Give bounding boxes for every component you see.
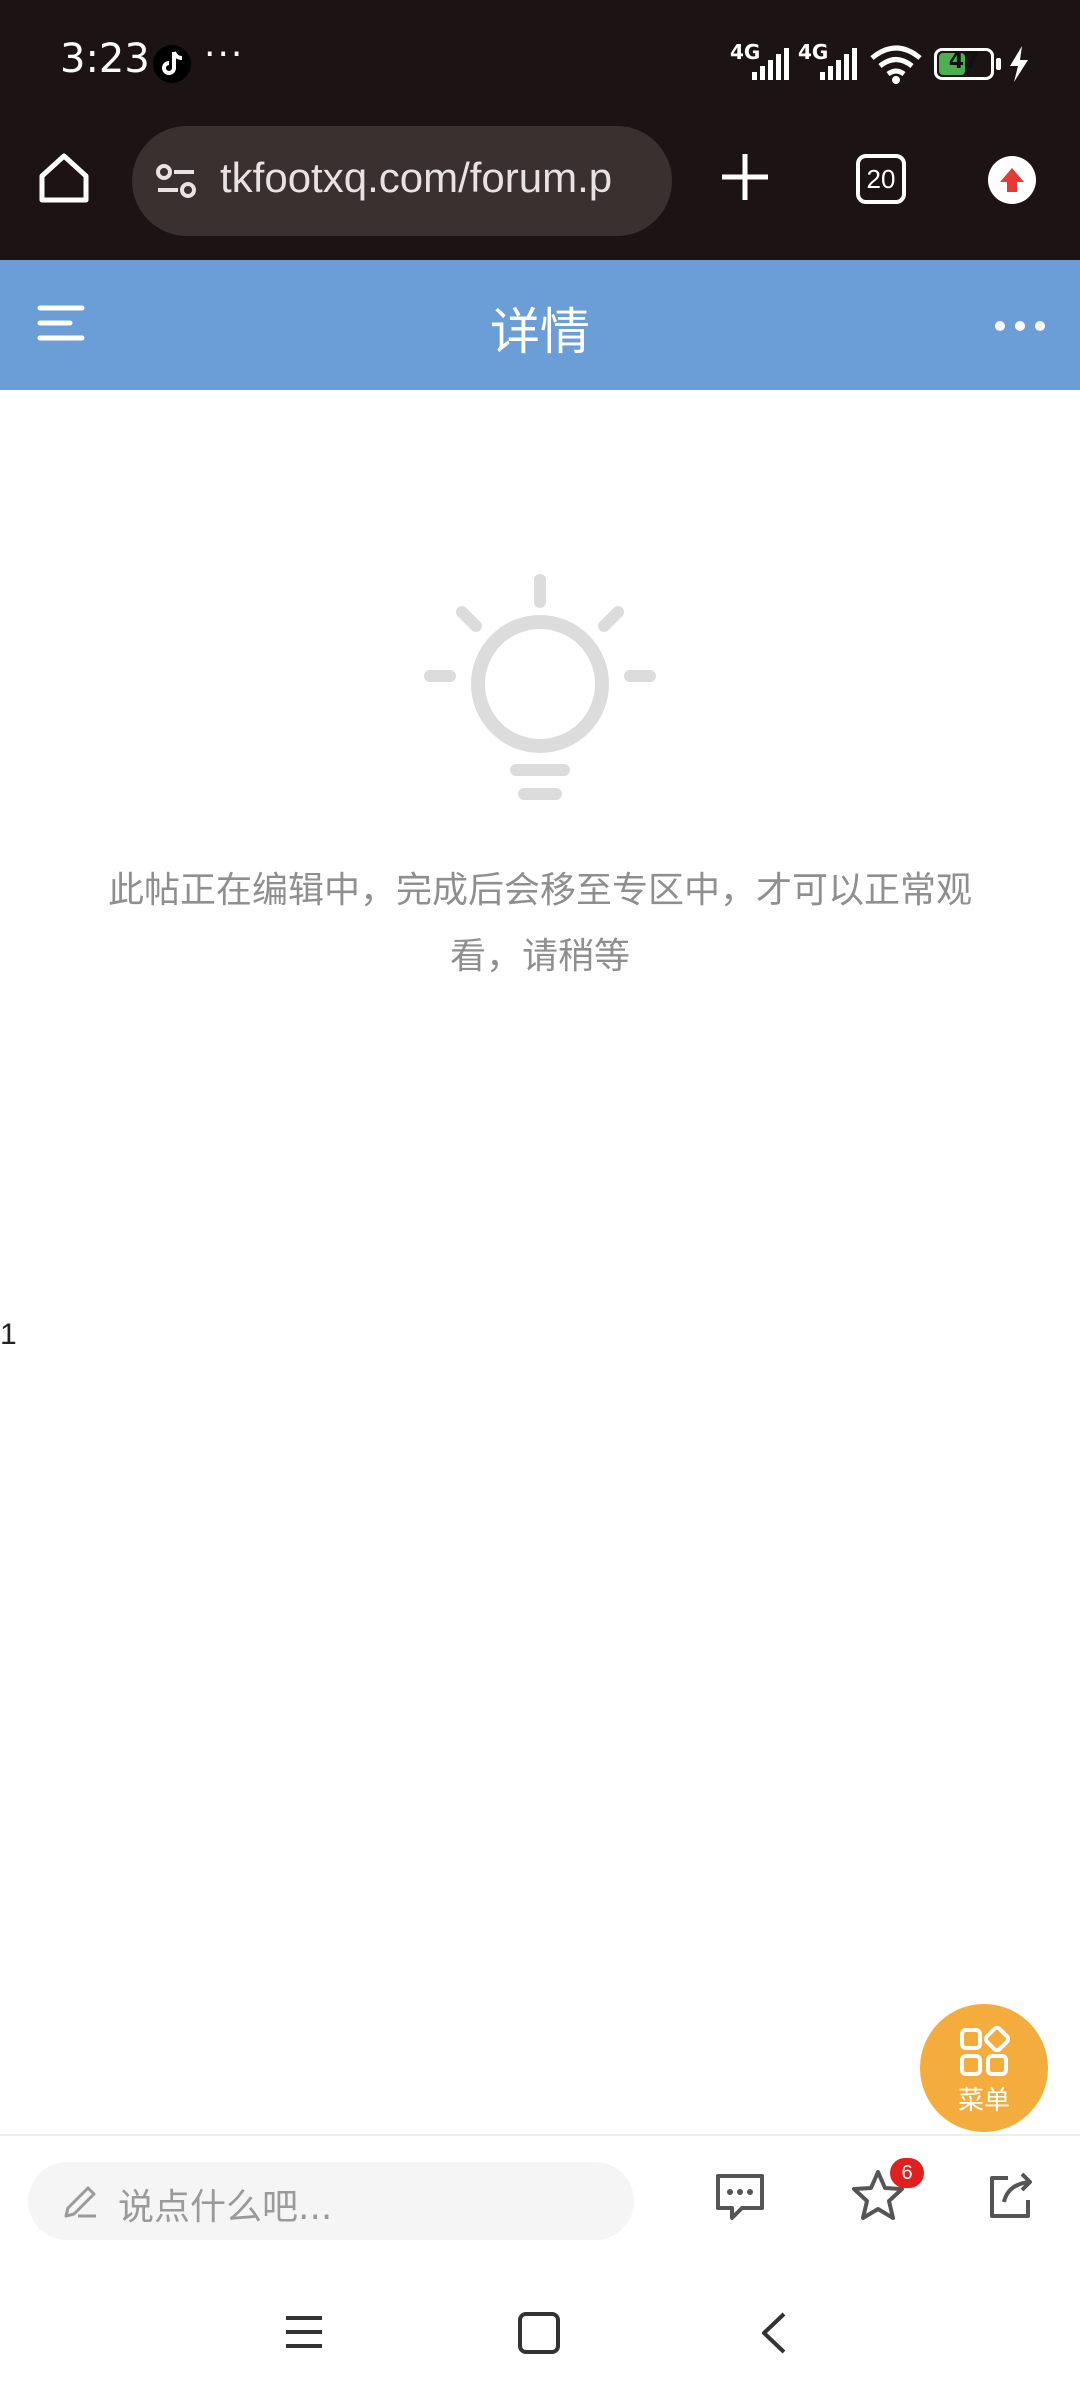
more-icon[interactable] [992, 318, 1048, 334]
battery-icon: 47 [934, 48, 994, 80]
stray-text: 1 [0, 1318, 17, 1351]
share-icon[interactable] [982, 2168, 1038, 2224]
back-icon[interactable] [756, 2310, 790, 2356]
charging-icon [1010, 46, 1028, 82]
notification-overflow: ··· [204, 34, 245, 75]
url-bar[interactable]: tkfootxq.com/forum.p [132, 126, 672, 236]
tiktok-icon [153, 45, 191, 83]
page-title: 详情 [490, 303, 590, 361]
editing-notice: 此帖正在编辑中，完成后会移至专区中，才可以正常观看，请稍等 [107, 870, 972, 977]
lightbulb-icon [424, 574, 656, 800]
pen-icon [64, 2186, 96, 2218]
home-square-icon[interactable] [518, 2312, 560, 2354]
update-icon[interactable] [988, 156, 1036, 204]
menu-fab-button[interactable]: 菜单 [920, 2004, 1048, 2132]
fab-label: 菜单 [957, 2086, 1010, 2116]
divider [0, 2134, 1080, 2136]
favorite-count-badge: 6 [890, 2158, 924, 2188]
site-settings-icon[interactable] [154, 160, 198, 204]
app-header: 详情 [0, 260, 1080, 390]
comment-placeholder: 说点什么吧... [118, 2187, 333, 2228]
grid-icon [960, 2026, 1010, 2076]
plus-icon[interactable] [716, 148, 774, 206]
battery-percent: 47 [948, 49, 980, 74]
battery-tip [996, 58, 1001, 70]
url-text[interactable]: tkfootxq.com/forum.p [220, 154, 612, 202]
chat-icon[interactable] [712, 2168, 768, 2224]
wifi-icon [870, 45, 922, 84]
status-time: 3:23 [60, 36, 150, 82]
recents-icon[interactable] [282, 2312, 326, 2352]
comment-input[interactable]: 说点什么吧... [28, 2162, 634, 2240]
browser-chrome: 3:23 ··· 4G 4G 47 tkfootxq.com/forum.p 2… [0, 0, 1080, 260]
home-icon[interactable] [34, 148, 94, 208]
tabs-icon[interactable]: 20 [856, 154, 906, 204]
